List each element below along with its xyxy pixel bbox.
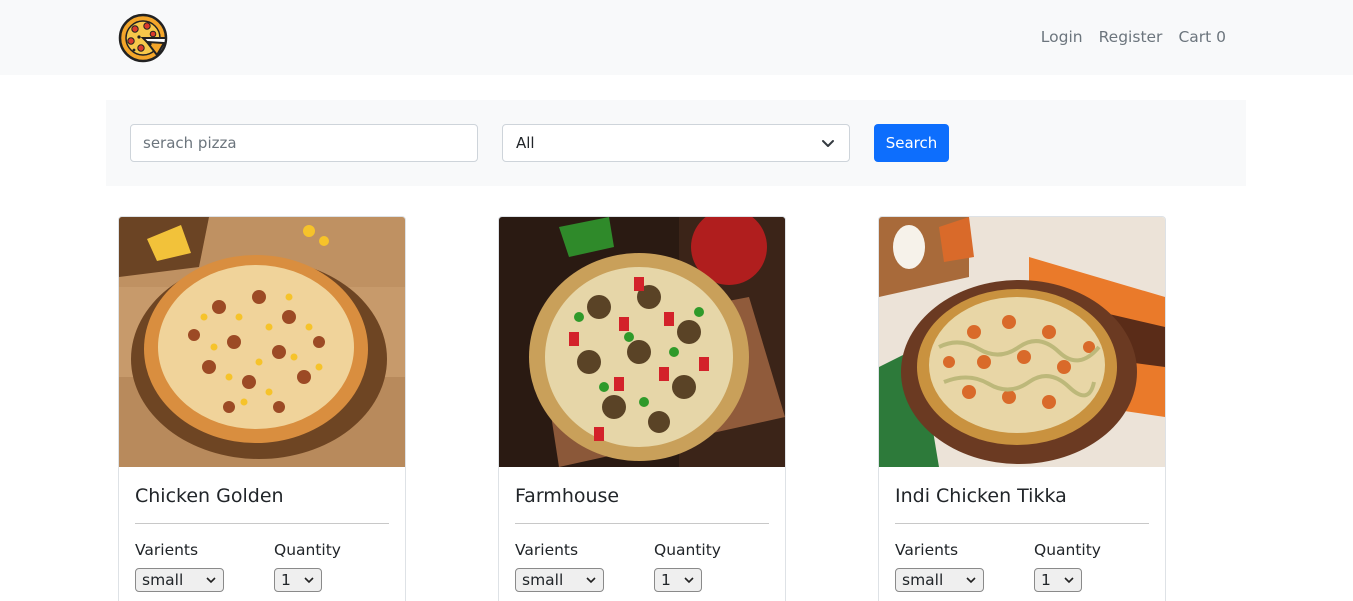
quantity-select[interactable]: 1 [274,568,322,592]
quantity-select[interactable]: 1 [654,568,702,592]
pizza-card: Indi Chicken Tikka Varients Quantity sma… [878,216,1166,601]
pizza-image[interactable] [879,217,1165,467]
varients-label: Varients [895,541,959,559]
pizza-title: Indi Chicken Tikka [895,485,1067,507]
quantity-value: 1 [281,571,291,589]
chevron-down-icon [966,577,976,584]
varient-select[interactable]: small [895,568,984,592]
navbar: Login Register Cart 0 [0,0,1353,75]
chevron-down-icon [684,577,694,584]
nav-links: Login Register Cart 0 [1041,28,1226,46]
quantity-select[interactable]: 1 [1034,568,1082,592]
register-link[interactable]: Register [1099,28,1163,46]
divider [895,523,1149,524]
varient-select[interactable]: small [135,568,224,592]
pizza-card: Farmhouse Varients Quantity small 1 [498,216,786,601]
quantity-value: 1 [661,571,671,589]
quantity-label: Quantity [654,541,721,559]
pizza-title: Chicken Golden [135,485,284,507]
pizza-image[interactable] [499,217,785,467]
category-select[interactable]: All [502,124,850,162]
chevron-down-icon [822,140,834,147]
pizza-card: Chicken Golden Varients Quantity small 1 [118,216,406,601]
quantity-label: Quantity [274,541,341,559]
divider [515,523,769,524]
search-input[interactable] [130,124,478,162]
quantity-value: 1 [1041,571,1051,589]
chevron-down-icon [1064,577,1074,584]
pizza-logo-icon[interactable] [117,12,169,64]
varient-value: small [902,571,944,589]
chevron-down-icon [304,577,314,584]
varient-select[interactable]: small [515,568,604,592]
cart-link[interactable]: Cart 0 [1178,28,1226,46]
varient-value: small [142,571,184,589]
search-button[interactable]: Search [874,124,949,162]
category-selected-value: All [516,134,535,152]
varients-label: Varients [135,541,199,559]
divider [135,523,389,524]
varients-label: Varients [515,541,579,559]
filter-bar: All Search [106,100,1246,186]
chevron-down-icon [206,577,216,584]
login-link[interactable]: Login [1041,28,1083,46]
chevron-down-icon [586,577,596,584]
quantity-label: Quantity [1034,541,1101,559]
pizza-title: Farmhouse [515,485,620,507]
varient-value: small [522,571,564,589]
pizza-image[interactable] [119,217,405,467]
